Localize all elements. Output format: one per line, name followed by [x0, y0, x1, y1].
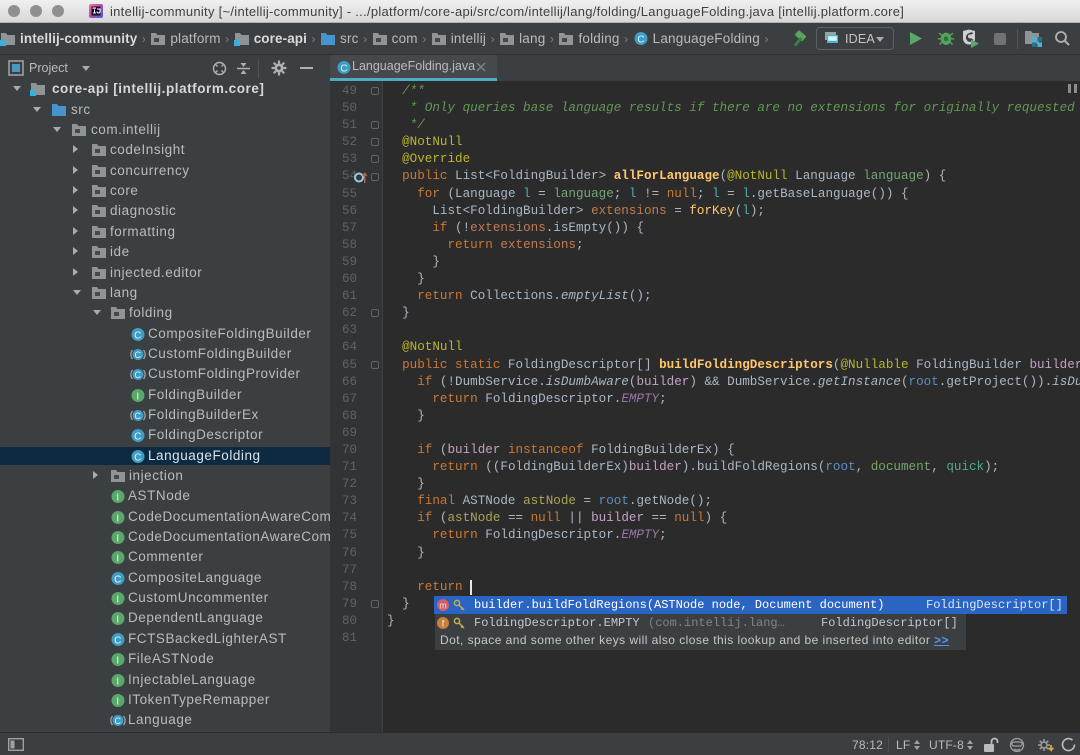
svg-text:C: C	[134, 330, 142, 341]
svg-text:C: C	[134, 432, 142, 443]
svg-text:I: I	[116, 676, 119, 687]
svg-text:C: C	[340, 64, 347, 75]
svg-text:I: I	[116, 696, 119, 707]
svg-text:I: I	[116, 595, 119, 606]
svg-text:m: m	[439, 601, 447, 611]
svg-text:C: C	[134, 411, 141, 421]
svg-text:C: C	[114, 574, 122, 585]
svg-text:C: C	[134, 452, 142, 463]
svg-text:I: I	[116, 554, 119, 565]
svg-text:I: I	[136, 391, 139, 402]
svg-text:C: C	[637, 35, 644, 46]
svg-text:I: I	[116, 534, 119, 545]
svg-text:C: C	[134, 370, 141, 380]
svg-text:I: I	[116, 615, 119, 626]
svg-text:I: I	[116, 493, 119, 504]
svg-text:I: I	[116, 513, 119, 524]
svg-text:I: I	[116, 656, 119, 667]
svg-text:C: C	[114, 716, 121, 726]
svg-text:C: C	[114, 635, 122, 646]
svg-text:C: C	[134, 350, 141, 360]
